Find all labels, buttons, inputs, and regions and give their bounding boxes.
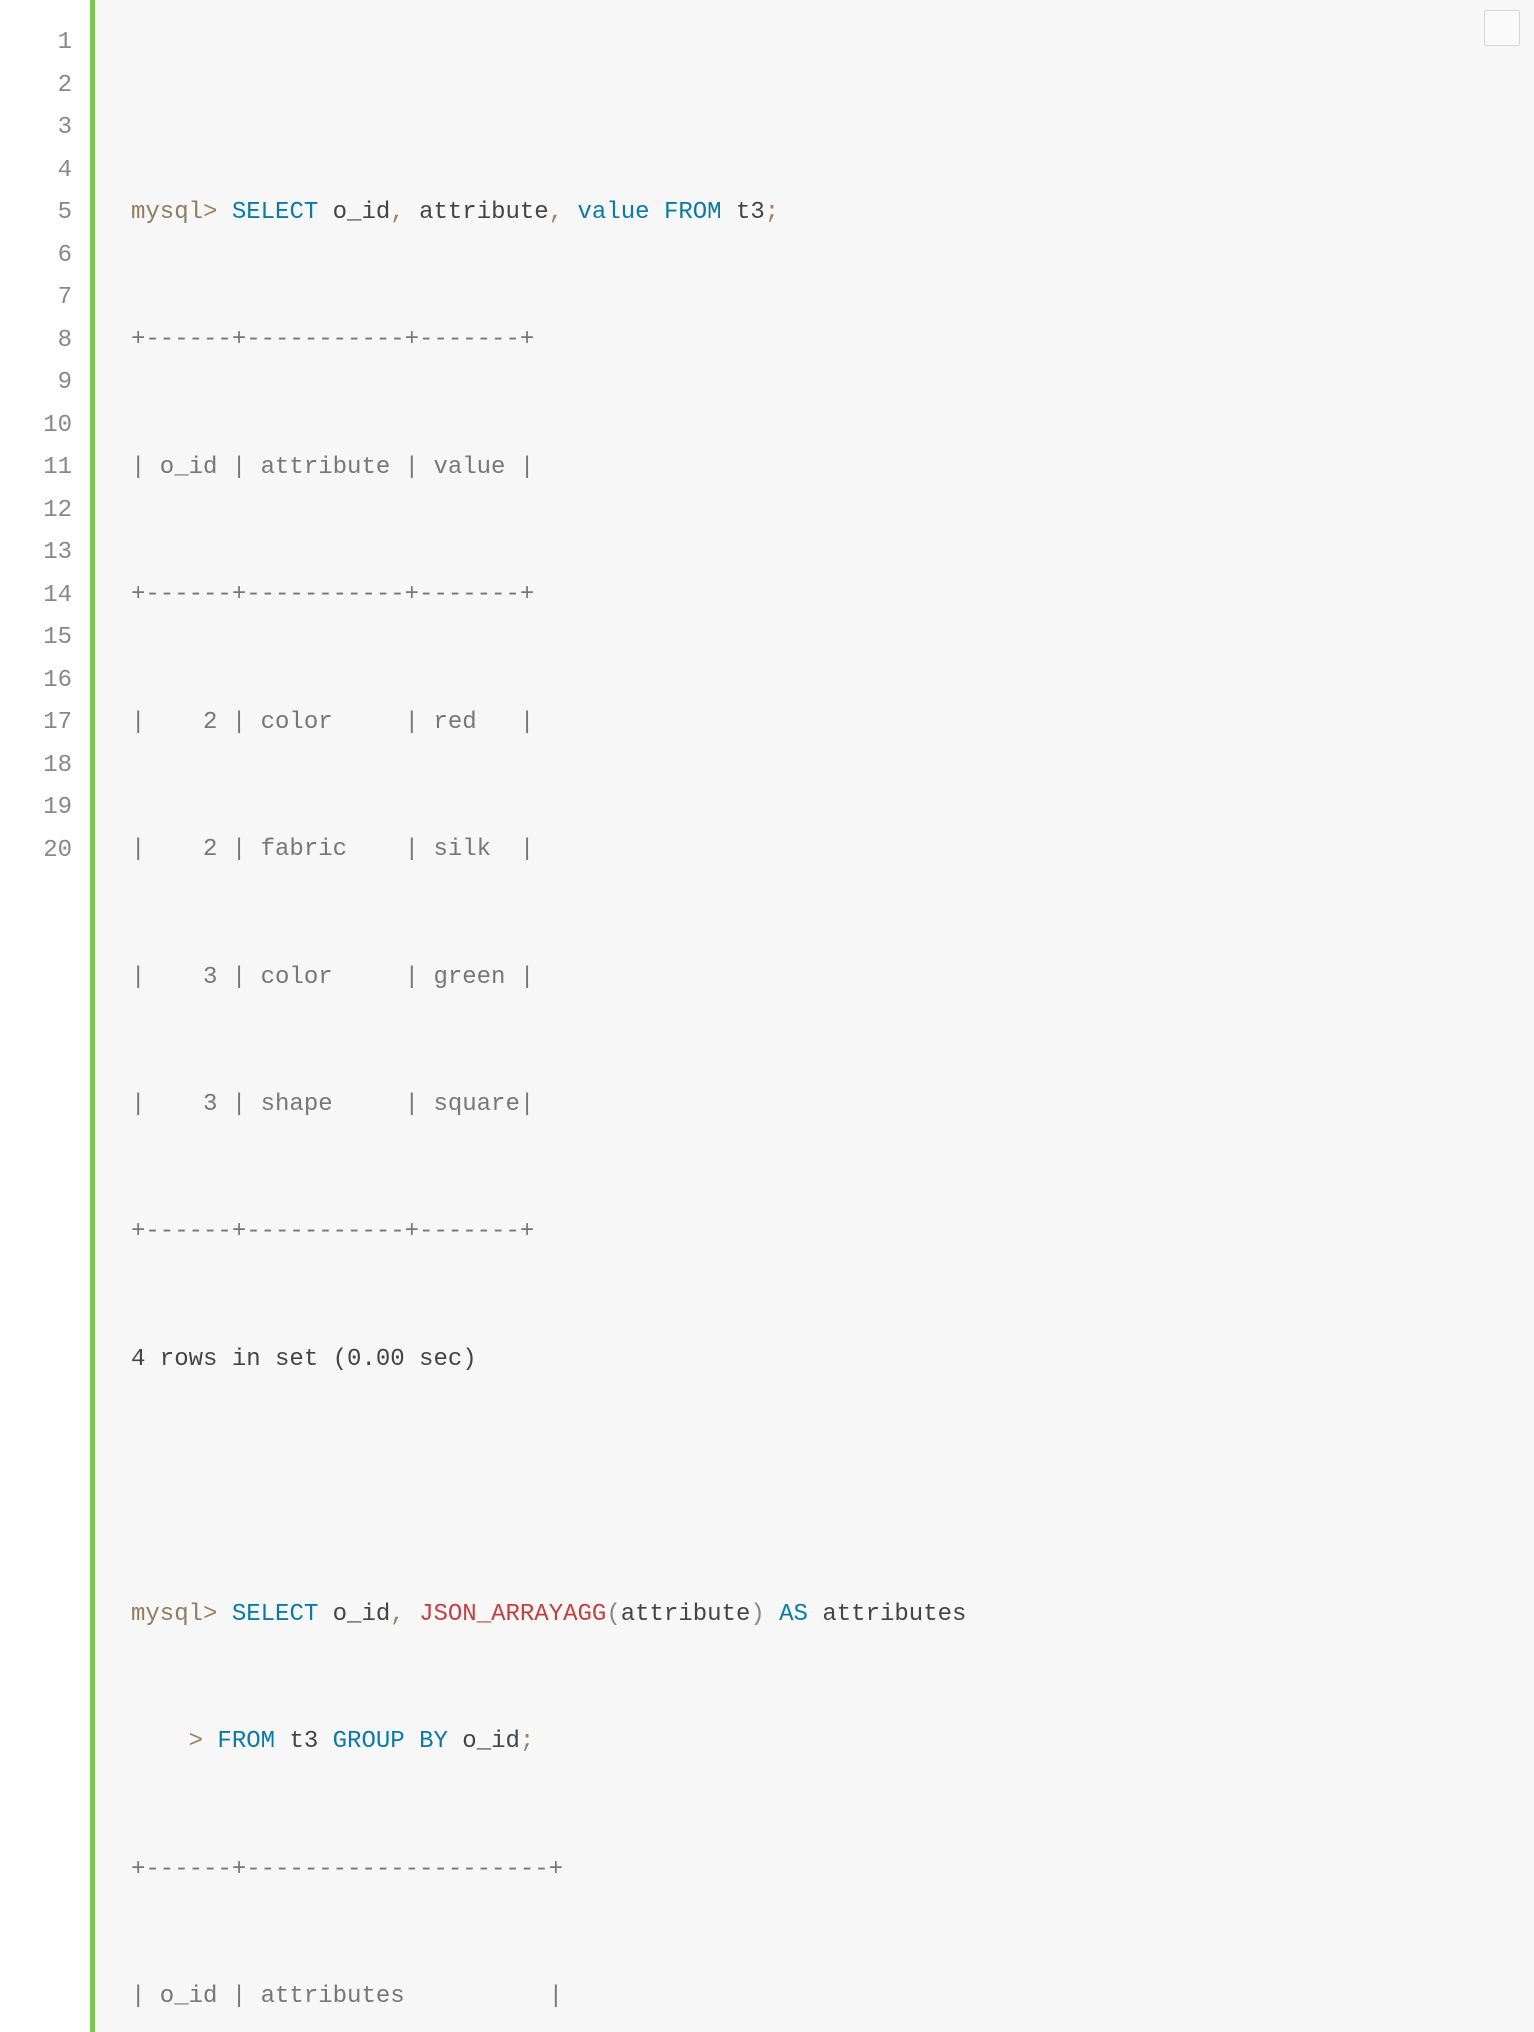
line-number: 19	[0, 787, 72, 830]
code-line	[131, 1466, 1498, 1509]
line-number: 10	[0, 405, 72, 448]
code-line: +------+-----------+-------+	[131, 574, 1498, 617]
code-line: mysql> SELECT o_id, JSON_ARRAYAGG(attrib…	[131, 1594, 1498, 1637]
line-number: 13	[0, 532, 72, 575]
line-number: 8	[0, 320, 72, 363]
line-number: 20	[0, 830, 72, 873]
line-number: 16	[0, 660, 72, 703]
line-number: 18	[0, 745, 72, 788]
code-block[interactable]: mysql> SELECT o_id, attribute, value FRO…	[90, 0, 1534, 2032]
code-line: 4 rows in set (0.00 sec)	[131, 1339, 1498, 1382]
code-line: +------+-----------+-------+	[131, 1211, 1498, 1254]
line-number: 5	[0, 192, 72, 235]
code-line: | 3 | shape | square|	[131, 1084, 1498, 1127]
line-number: 14	[0, 575, 72, 618]
line-number: 11	[0, 447, 72, 490]
code-line: mysql> SELECT o_id, attribute, value FRO…	[131, 192, 1498, 235]
code-line: | 3 | color | green |	[131, 957, 1498, 1000]
code-line: +------+-----------+-------+	[131, 319, 1498, 362]
code-line: | 2 | fabric | silk |	[131, 829, 1498, 872]
line-number: 1	[0, 22, 72, 65]
copy-button[interactable]	[1484, 10, 1520, 46]
code-line: | o_id | attribute | value |	[131, 447, 1498, 490]
code-line: | o_id | attributes |	[131, 1976, 1498, 2019]
line-number: 7	[0, 277, 72, 320]
line-number: 17	[0, 702, 72, 745]
line-number: 15	[0, 617, 72, 660]
line-number: 3	[0, 107, 72, 150]
code-line: | 2 | color | red |	[131, 702, 1498, 745]
line-number: 4	[0, 150, 72, 193]
line-number: 2	[0, 65, 72, 108]
line-number: 9	[0, 362, 72, 405]
line-number: 6	[0, 235, 72, 278]
line-number-gutter: 1 2 3 4 5 6 7 8 9 10 11 12 13 14 15 16 1…	[0, 0, 90, 2032]
line-number: 12	[0, 490, 72, 533]
clipboard-icon	[1448, 0, 1534, 92]
code-line: > FROM t3 GROUP BY o_id;	[131, 1721, 1498, 1764]
code-line: +------+---------------------+	[131, 1849, 1498, 1892]
